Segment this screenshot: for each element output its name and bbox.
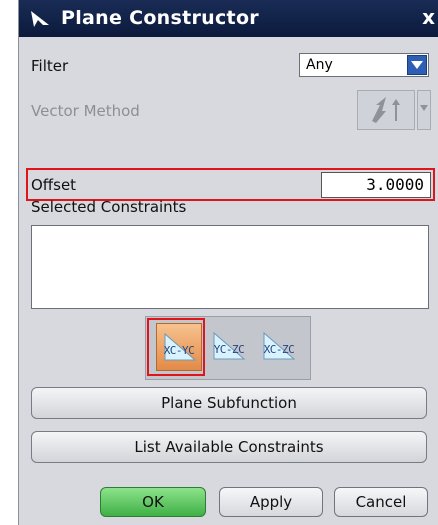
chevron-down-icon	[418, 105, 430, 133]
yc-zc-plane-button[interactable]: YC-ZC	[206, 323, 252, 371]
vector-method-button[interactable]	[357, 90, 415, 130]
cancel-button[interactable]: Cancel	[334, 487, 428, 517]
vector-method-label: Vector Method	[31, 102, 140, 120]
vector-method-icon	[358, 97, 414, 133]
plane-constructor-dialog: Plane Constructor x Filter Any Vector Me…	[18, 0, 438, 525]
title-bar[interactable]: Plane Constructor x	[19, 0, 438, 37]
selected-constraints-label: Selected Constraints	[31, 198, 187, 216]
xc-yc-highlight	[147, 318, 205, 376]
close-icon[interactable]: x	[422, 5, 435, 29]
xc-zc-label: XC-ZC	[263, 343, 295, 356]
list-available-constraints-button[interactable]: List Available Constraints	[31, 431, 427, 463]
xc-zc-plane-button[interactable]: XC-ZC	[256, 323, 302, 371]
offset-label: Offset	[31, 176, 77, 194]
arrow-icon	[29, 9, 51, 29]
filter-dropdown[interactable]: Any	[299, 53, 429, 77]
filter-value: Any	[306, 57, 333, 73]
offset-input[interactable]: 3.0000	[321, 172, 431, 198]
filter-label: Filter	[31, 57, 69, 75]
yc-zc-label: YC-ZC	[213, 343, 245, 356]
chevron-down-icon[interactable]	[407, 55, 427, 75]
vector-method-dropdown-arrow[interactable]	[417, 90, 431, 130]
selected-constraints-list[interactable]	[31, 225, 429, 309]
apply-button[interactable]: Apply	[219, 487, 323, 517]
ok-button[interactable]: OK	[100, 487, 206, 517]
window-title: Plane Constructor	[61, 7, 259, 29]
plane-subfunction-button[interactable]: Plane Subfunction	[31, 387, 427, 419]
